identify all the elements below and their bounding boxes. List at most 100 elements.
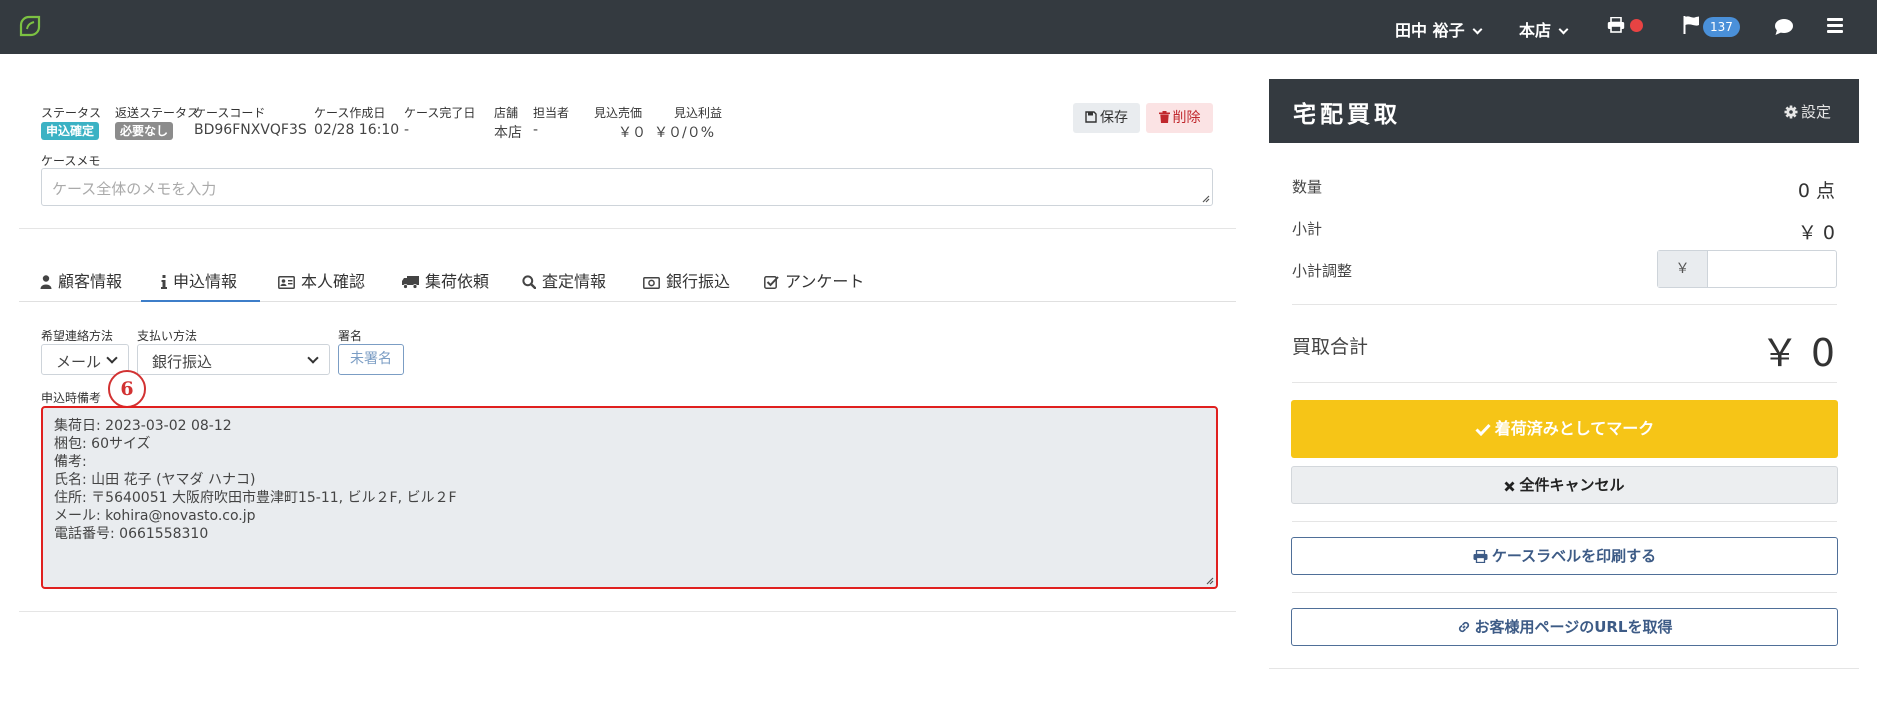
remarks-line: 氏名: 山田 花子 (ヤマダ ハナコ) [54, 472, 256, 488]
hamburger-menu-icon[interactable] [1827, 18, 1843, 33]
get-customer-url-button[interactable]: お客様用ページのURLを取得 [1291, 608, 1838, 646]
remarks-line: 梱包: 60サイズ [54, 436, 151, 452]
printer-icon[interactable] [1607, 17, 1625, 33]
get-customer-url-text: お客様用ページのURLを取得 [1474, 618, 1673, 636]
tab-label: 本人確認 [301, 272, 366, 291]
subtotal-adjust-input-group: ￥ [1657, 250, 1837, 288]
signature-button[interactable]: 未署名 [338, 344, 404, 375]
staff-value: - [533, 122, 539, 138]
resize-handle-icon[interactable] [1204, 575, 1214, 585]
id-card-icon [278, 276, 295, 289]
floppy-disk-icon [1085, 111, 1097, 123]
status-badge: 申込確定 [41, 122, 100, 140]
staff-label: 担当者 [533, 106, 570, 120]
tab-label: 査定情報 [542, 272, 607, 291]
delete-button[interactable]: 削除 [1146, 103, 1213, 133]
purchase-total-label: 買取合計 [1292, 336, 1369, 358]
payment-method-value: 銀行振込 [152, 353, 213, 371]
tab-label: 顧客情報 [58, 272, 123, 291]
step-number-marker: 6 [108, 370, 146, 408]
settings-button[interactable]: 設定 [1784, 101, 1831, 122]
divider [1292, 592, 1837, 593]
checkbox-icon [764, 276, 779, 289]
created-date-value: 02/28 16:10 [314, 122, 400, 138]
application-remarks-textarea[interactable]: 集荷日: 2023-03-02 08-12 梱包: 60サイズ 備考: 氏名: … [41, 406, 1218, 589]
expected-profit-label: 見込利益 [674, 106, 723, 120]
payment-method-select[interactable]: 銀行振込 [137, 344, 330, 375]
user-menu[interactable]: 田中 裕子 [1395, 17, 1483, 41]
close-icon [1504, 481, 1515, 492]
return-status-badge: 必要なし [115, 122, 174, 140]
tab-application-info[interactable]: 申込情報 [161, 268, 237, 292]
store-value: 本店 [494, 125, 522, 141]
chat-icon[interactable] [1774, 18, 1794, 36]
info-icon [161, 275, 167, 289]
truck-icon [402, 276, 419, 289]
printer-icon [1473, 549, 1488, 564]
remarks-line: 集荷日: 2023-03-02 08-12 [54, 418, 232, 434]
mark-as-arrived-button[interactable]: 着荷済みとしてマーク [1291, 400, 1838, 458]
chevron-down-icon [1558, 24, 1569, 35]
search-icon [522, 275, 537, 290]
return-status-label: 返送ステータス [115, 106, 200, 120]
flag-icon[interactable] [1683, 16, 1700, 34]
subtotal-adjust-input[interactable] [1709, 251, 1836, 287]
case-memo-label: ケースメモ [41, 154, 101, 168]
tab-customer-info[interactable]: 顧客情報 [40, 268, 122, 292]
expected-sales-label: 見込売価 [594, 106, 643, 120]
remarks-line: 電話番号: 0661558310 [54, 526, 209, 542]
subtotal-adjust-label: 小計調整 [1292, 262, 1353, 280]
save-button-label: 保存 [1100, 110, 1128, 126]
divider [19, 611, 1236, 612]
status-label: ステータス [41, 106, 102, 120]
store-label: 店舗 [494, 106, 519, 120]
check-icon [1475, 423, 1491, 437]
resize-handle-icon[interactable] [1200, 193, 1210, 203]
contact-method-label: 希望連絡方法 [41, 329, 114, 343]
payment-method-label: 支払い方法 [137, 329, 198, 343]
tab-survey[interactable]: アンケート [764, 268, 864, 292]
tab-pickup-request[interactable]: 集荷依頼 [402, 268, 489, 292]
panel-title: 宅配買取 [1293, 102, 1401, 128]
tab-identity-verification[interactable]: 本人確認 [278, 268, 365, 292]
chevron-down-icon [307, 352, 319, 364]
case-memo-placeholder: ケース全体のメモを入力 [52, 180, 217, 198]
user-name: 田中 裕子 [1395, 21, 1465, 40]
remarks-line: メール: kohira@novasto.co.jp [54, 508, 256, 524]
yen-prefix: ￥ [1658, 251, 1708, 287]
expected-profit-value: ￥０/０% [654, 125, 715, 141]
chevron-down-icon [1472, 24, 1483, 35]
divider [1292, 521, 1837, 522]
tab-label: 銀行振込 [666, 272, 731, 291]
divider [19, 228, 1236, 229]
printer-status-dot [1630, 19, 1643, 32]
cancel-all-button[interactable]: 全件キャンセル [1291, 466, 1838, 504]
cancel-all-label: 全件キャンセル [1519, 476, 1625, 494]
tab-appraisal-info[interactable]: 査定情報 [522, 268, 606, 292]
tab-label: アンケート [785, 272, 865, 291]
case-memo-input[interactable]: ケース全体のメモを入力 [41, 168, 1213, 206]
quantity-label: 数量 [1292, 178, 1323, 196]
chevron-down-icon [106, 352, 118, 364]
store-name: 本店 [1519, 21, 1552, 40]
print-case-label-button[interactable]: ケースラベルを印刷する [1291, 537, 1838, 575]
application-remarks-label: 申込時備考 [41, 391, 102, 405]
subtotal-label: 小計 [1292, 220, 1323, 238]
signature-label: 署名 [338, 329, 363, 343]
completed-date-value: - [404, 122, 410, 138]
panel-header: 宅配買取 設定 [1269, 79, 1859, 143]
store-menu[interactable]: 本店 [1519, 17, 1569, 41]
divider [1292, 382, 1837, 383]
save-button[interactable]: 保存 [1073, 103, 1140, 133]
notification-count-badge[interactable]: 137 [1703, 17, 1740, 37]
active-tab-indicator [141, 300, 260, 302]
print-case-label-text: ケースラベルを印刷する [1491, 547, 1657, 565]
tab-label: 申込情報 [173, 272, 238, 291]
leaf-logo-icon[interactable] [18, 14, 42, 38]
top-navbar: 田中 裕子 本店 137 [0, 0, 1877, 54]
purchase-total-value: ￥ 0 [1760, 331, 1835, 375]
tab-bank-transfer[interactable]: 銀行振込 [643, 268, 730, 292]
contact-method-select[interactable]: メール [41, 344, 129, 375]
mark-as-arrived-label: 着荷済みとしてマーク [1494, 419, 1655, 438]
tab-label: 集荷依頼 [425, 272, 490, 291]
